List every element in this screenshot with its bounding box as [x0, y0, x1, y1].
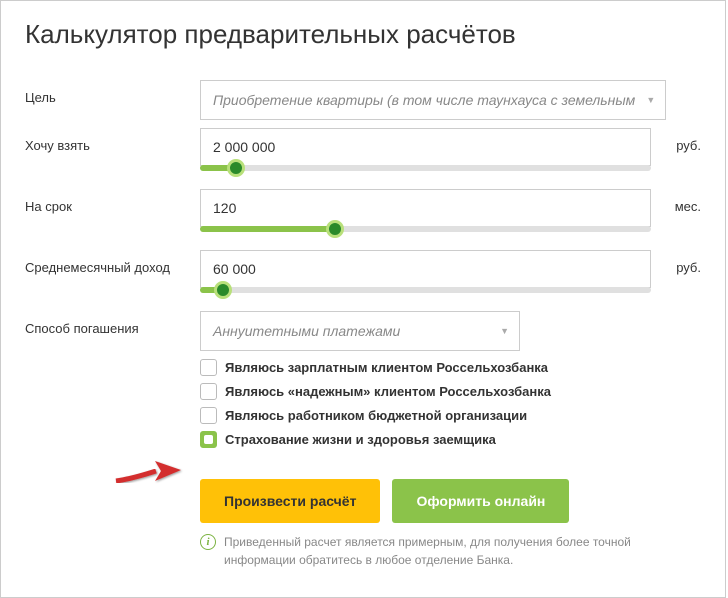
income-input[interactable] [200, 250, 651, 288]
purpose-select[interactable]: Приобретение квартиры (в том числе таунх… [200, 80, 666, 120]
page-title: Калькулятор предварительных расчётов [25, 19, 701, 50]
calculate-button[interactable]: Произвести расчёт [200, 479, 380, 523]
amount-slider[interactable] [200, 165, 651, 171]
checkbox-box[interactable] [200, 383, 217, 400]
checkbox-label: Являюсь «надежным» клиентом Россельхозба… [225, 384, 551, 399]
term-label: На срок [25, 189, 200, 214]
income-label: Среднемесячный доход [25, 250, 200, 275]
amount-label: Хочу взять [25, 128, 200, 153]
income-slider-thumb[interactable] [214, 281, 232, 299]
income-slider[interactable] [200, 287, 651, 293]
term-input[interactable] [200, 189, 651, 227]
repayment-select[interactable]: Аннуитетными платежами [200, 311, 520, 351]
note-text: Приведенный расчет является примерным, д… [224, 533, 651, 569]
checkbox-box[interactable] [200, 359, 217, 376]
amount-input[interactable] [200, 128, 651, 166]
term-slider-thumb[interactable] [326, 220, 344, 238]
amount-unit: руб. [651, 128, 701, 153]
checkbox-box[interactable] [200, 407, 217, 424]
checkbox-option-1[interactable]: Являюсь «надежным» клиентом Россельхозба… [200, 383, 651, 400]
income-unit: руб. [651, 250, 701, 275]
term-unit: мес. [651, 189, 701, 214]
checkbox-label: Являюсь зарплатным клиентом Россельхозба… [225, 360, 548, 375]
checkbox-option-2[interactable]: Являюсь работником бюджетной организации [200, 407, 651, 424]
checkbox-box[interactable] [200, 431, 217, 448]
apply-online-button[interactable]: Оформить онлайн [392, 479, 569, 523]
checkbox-label: Страхование жизни и здоровья заемщика [225, 432, 496, 447]
repayment-label: Способ погашения [25, 311, 200, 336]
amount-slider-thumb[interactable] [227, 159, 245, 177]
info-icon: i [200, 534, 216, 550]
checkbox-option-0[interactable]: Являюсь зарплатным клиентом Россельхозба… [200, 359, 651, 376]
term-slider[interactable] [200, 226, 651, 232]
checkbox-option-3[interactable]: Страхование жизни и здоровья заемщика [200, 431, 651, 448]
checkbox-label: Являюсь работником бюджетной организации [225, 408, 527, 423]
purpose-label: Цель [25, 80, 200, 105]
